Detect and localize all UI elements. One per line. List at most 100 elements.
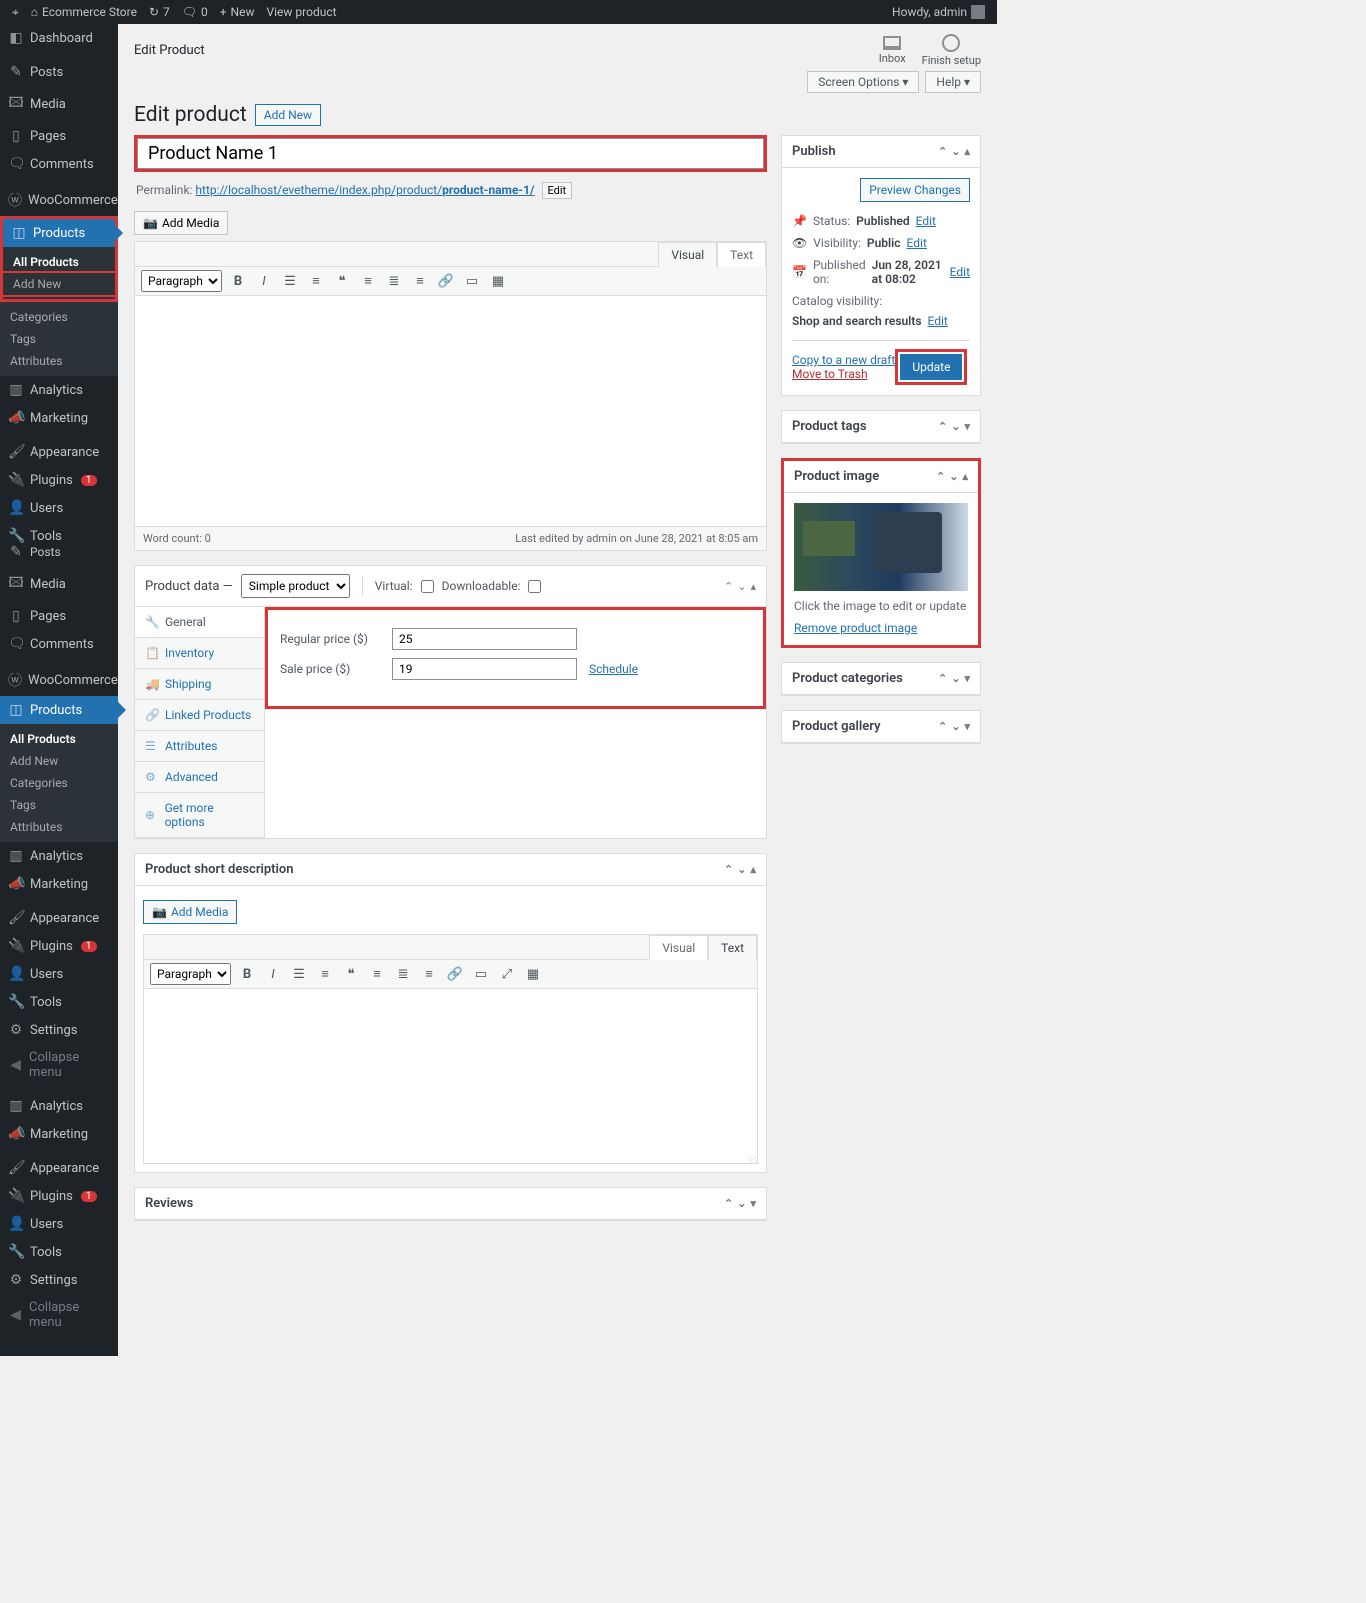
menu-users3[interactable]: 👤Users: [0, 1210, 118, 1238]
menu-media2[interactable]: 🖾Media: [0, 566, 118, 602]
paragraph-select[interactable]: Paragraph: [141, 270, 222, 292]
menu-settings[interactable]: ⚙Settings: [0, 1016, 118, 1044]
submenu-tags2[interactable]: Tags: [0, 794, 118, 816]
menu-users2[interactable]: 👤Users: [0, 960, 118, 988]
chevron-up-icon[interactable]: ⌃: [936, 470, 945, 483]
short-editor-content[interactable]: [144, 989, 757, 1149]
visibility-edit-link[interactable]: Edit: [907, 236, 927, 250]
status-edit-link[interactable]: Edit: [916, 214, 936, 228]
menu-marketing3[interactable]: 📣Marketing: [0, 1120, 118, 1148]
schedule-link[interactable]: Schedule: [589, 662, 638, 676]
menu-pages[interactable]: ▯Pages: [0, 122, 118, 150]
menu-plugins2[interactable]: 🔌Plugins1: [0, 932, 118, 960]
update-button[interactable]: Update: [900, 354, 962, 380]
product-title-input[interactable]: [137, 138, 764, 169]
catalog-edit-link[interactable]: Edit: [928, 314, 948, 328]
pd-tab-inventory[interactable]: 📋Inventory: [135, 638, 264, 669]
more-icon[interactable]: ▭: [471, 964, 491, 984]
link-icon[interactable]: 🔗: [436, 271, 456, 291]
quote-icon[interactable]: ❝: [341, 964, 361, 984]
align-left-icon[interactable]: ≡: [358, 271, 378, 291]
collapse-menu3[interactable]: ◀Collapse menu: [0, 1294, 118, 1336]
site-link[interactable]: ⌂ Ecommerce Store: [25, 5, 143, 19]
menu-plugins[interactable]: 🔌Plugins1: [0, 466, 118, 494]
chevron-down-icon[interactable]: ⌄: [951, 672, 960, 685]
bold-icon[interactable]: B: [228, 271, 248, 291]
submenu-all-products[interactable]: All Products: [3, 251, 115, 273]
chevron-up-icon[interactable]: ⌃: [938, 145, 947, 158]
link-icon[interactable]: 🔗: [445, 964, 465, 984]
menu-plugins3[interactable]: 🔌Plugins1: [0, 1182, 118, 1210]
toggle-icon[interactable]: ▾: [750, 1197, 756, 1210]
align-right-icon[interactable]: ≡: [419, 964, 439, 984]
more-icon[interactable]: ▭: [462, 271, 482, 291]
wp-logo[interactable]: ⌖: [6, 5, 25, 20]
chevron-up-icon[interactable]: ⌃: [724, 863, 733, 876]
menu-appearance2[interactable]: 🖌Appearance: [0, 904, 118, 932]
editor-content[interactable]: [135, 296, 766, 526]
updates-link[interactable]: ↻ 7: [143, 5, 176, 19]
ul-icon[interactable]: ☰: [289, 964, 309, 984]
toolbar-toggle-icon[interactable]: ▦: [488, 271, 508, 291]
copy-draft-link[interactable]: Copy to a new draft: [792, 353, 895, 367]
short-add-media-button[interactable]: 📷Add Media: [143, 900, 237, 924]
visual-tab[interactable]: Visual: [658, 242, 717, 267]
short-paragraph-select[interactable]: Paragraph: [150, 963, 231, 985]
sale-price-input[interactable]: [392, 658, 577, 680]
fullscreen-icon[interactable]: ⤢: [497, 964, 517, 984]
toggle-icon[interactable]: ▾: [964, 720, 970, 733]
menu-marketing2[interactable]: 📣Marketing: [0, 870, 118, 898]
submenu-all2[interactable]: All Products: [0, 728, 118, 750]
italic-icon[interactable]: I: [263, 964, 283, 984]
collapse-menu[interactable]: ◀Collapse menu: [0, 1044, 118, 1086]
chevron-up-icon[interactable]: ⌃: [938, 420, 947, 433]
ul-icon[interactable]: ☰: [280, 271, 300, 291]
menu-appearance[interactable]: 🖌Appearance: [0, 438, 118, 466]
chevron-down-icon[interactable]: ⌄: [737, 863, 746, 876]
remove-image-link[interactable]: Remove product image: [794, 621, 917, 635]
quote-icon[interactable]: ❝: [332, 271, 352, 291]
pd-tab-advanced[interactable]: ⚙Advanced: [135, 762, 264, 793]
submenu-cat2[interactable]: Categories: [0, 772, 118, 794]
chevron-up-icon[interactable]: ⌃: [724, 580, 733, 593]
align-center-icon[interactable]: ≣: [384, 271, 404, 291]
new-link[interactable]: + New: [214, 5, 261, 19]
preview-changes-button[interactable]: Preview Changes: [860, 178, 970, 202]
text-tab[interactable]: Text: [717, 242, 766, 267]
submenu-tags[interactable]: Tags: [0, 328, 118, 350]
menu-posts[interactable]: ✎Posts: [0, 58, 118, 86]
menu-analytics[interactable]: ▥Analytics: [0, 376, 118, 404]
submenu-attr2[interactable]: Attributes: [0, 816, 118, 838]
submenu-categories[interactable]: Categories: [0, 306, 118, 328]
menu-appearance3[interactable]: 🖌Appearance: [0, 1154, 118, 1182]
short-visual-tab[interactable]: Visual: [649, 935, 708, 960]
toolbar-toggle-icon[interactable]: ▦: [523, 964, 543, 984]
chevron-down-icon[interactable]: ⌄: [951, 145, 960, 158]
virtual-checkbox[interactable]: [421, 580, 434, 593]
submenu-add-new[interactable]: Add New: [1, 271, 117, 297]
menu-media[interactable]: 🖾Media: [0, 86, 118, 122]
pd-tab-general[interactable]: 🔧General: [135, 607, 264, 638]
menu-analytics2[interactable]: ▥Analytics: [0, 842, 118, 870]
short-text-tab[interactable]: Text: [708, 935, 757, 960]
move-trash-link[interactable]: Move to Trash: [792, 367, 895, 381]
toggle-icon[interactable]: ▾: [964, 672, 970, 685]
pd-tab-shipping[interactable]: 🚚Shipping: [135, 669, 264, 700]
italic-icon[interactable]: I: [254, 271, 274, 291]
toggle-icon[interactable]: ▴: [964, 145, 970, 158]
menu-dashboard[interactable]: ◧Dashboard: [0, 24, 118, 52]
chevron-up-icon[interactable]: ⌃: [938, 672, 947, 685]
toggle-icon[interactable]: ▾: [964, 420, 970, 433]
menu-woocommerce[interactable]: ⓦWooCommerce: [0, 184, 118, 216]
view-product-link[interactable]: View product: [261, 5, 343, 19]
menu-woo2[interactable]: ⓦWooCommerce: [0, 664, 118, 696]
menu-posts2[interactable]: ✎Posts: [0, 538, 118, 566]
chevron-down-icon[interactable]: ⌄: [949, 470, 958, 483]
chevron-up-icon[interactable]: ⌃: [724, 1197, 733, 1210]
menu-settings3[interactable]: ⚙Settings: [0, 1266, 118, 1294]
toggle-icon[interactable]: ▴: [750, 863, 756, 876]
ol-icon[interactable]: ≡: [306, 271, 326, 291]
menu-comments2[interactable]: 🗨Comments: [0, 630, 118, 658]
add-media-button[interactable]: 📷Add Media: [134, 211, 228, 235]
menu-tools3[interactable]: 🔧Tools: [0, 1238, 118, 1266]
